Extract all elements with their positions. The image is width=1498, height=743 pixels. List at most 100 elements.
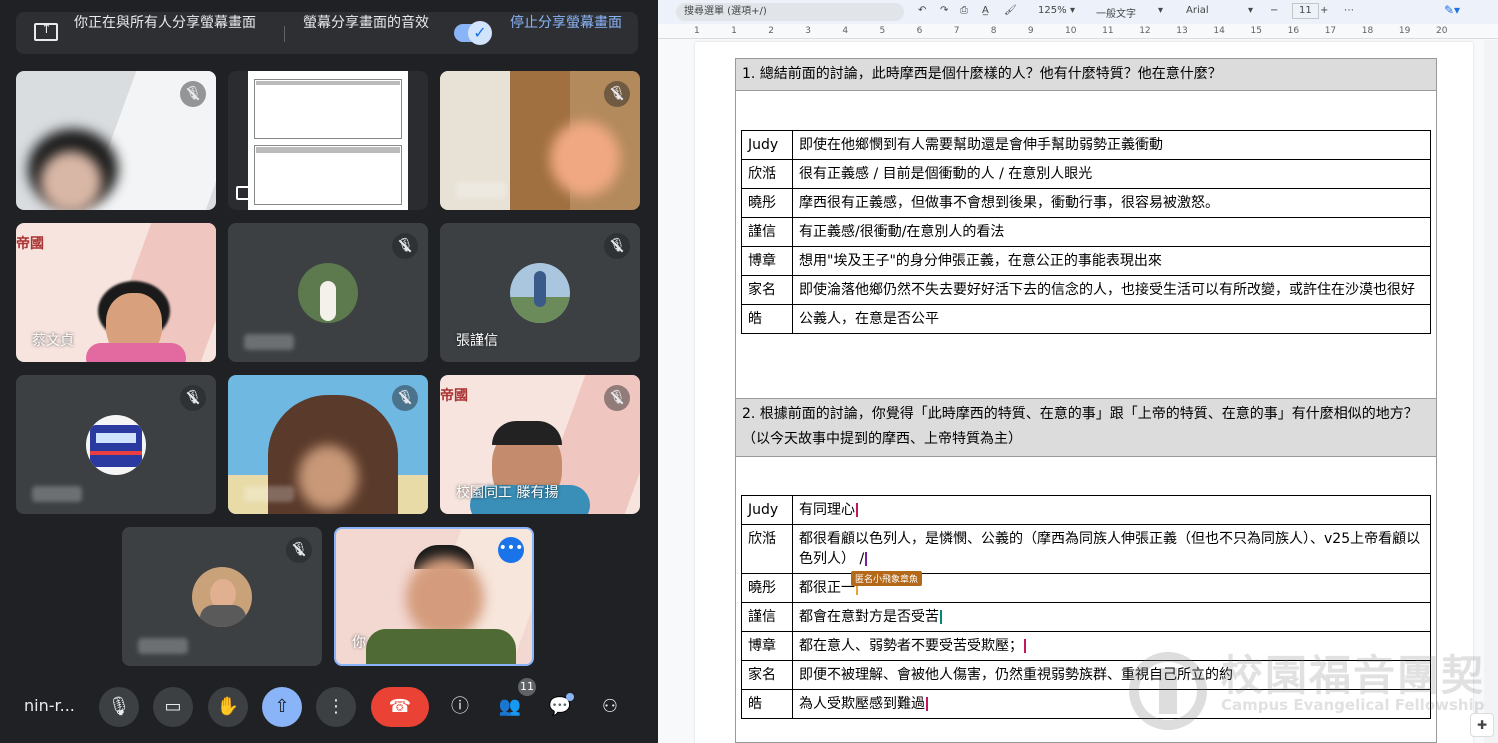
participant-tile[interactable]: 張謹信 🎙 [440, 223, 640, 362]
increase-font-button[interactable]: + [1320, 5, 1328, 16]
ruler-tick: 11 [1102, 26, 1114, 36]
participant-tile[interactable]: 帝國 蔡文貞 [16, 223, 216, 362]
answer-text[interactable]: 很有正義感 / 目前是個衝動的人 / 在意別人眼光 [792, 159, 1431, 189]
answer-text[interactable]: 都在意人、弱勢者不要受苦受欺壓； [792, 631, 1431, 661]
answers-table-1: Judy 即使在他鄉憫到有人需要幫助還是會伸手幫助弱勢正義衝動 欣湉 很有正義感 / … [741, 130, 1431, 334]
avatar [192, 567, 252, 627]
answer-text[interactable]: 即便不被理解、會被他人傷害，仍然重視弱勢族群、重視自己所立的約 [792, 660, 1431, 690]
answer-text[interactable]: 即使在他鄉憫到有人需要幫助還是會伸手幫助弱勢正義衝動 [792, 130, 1431, 160]
answer-text[interactable]: 想用"埃及王子"的身分伸張正義，在意公正的事能表現出來 [792, 246, 1431, 276]
answer-text[interactable]: 為人受欺壓感到難過 [792, 689, 1431, 719]
respondent-name: 曉彤 [741, 573, 793, 603]
participant-tile[interactable]: 帝國 校園同工 滕有揚 🎙 [440, 375, 640, 514]
participant-tile[interactable]: 🎙 [122, 527, 322, 666]
table-row: 曉彤 都很正一 [741, 573, 1431, 603]
chevron-down-icon: ▾ [1158, 5, 1164, 16]
print-icon[interactable]: ⎙ [960, 5, 968, 16]
participant-name: 蔡文貞 [32, 333, 74, 349]
ruler-tick: 6 [916, 26, 923, 36]
raise-hand-icon[interactable]: ✋ [208, 687, 248, 727]
activities-icon[interactable]: ⚇ [590, 687, 630, 727]
participant-tile[interactable]: 🎙 [16, 71, 216, 210]
more-icon[interactable]: ⋮ [316, 687, 356, 727]
explore-icon[interactable]: ✚ [1470, 713, 1494, 737]
stop-sharing-button[interactable]: 停止分享螢幕畫面 [506, 13, 626, 33]
undo-icon[interactable]: ↶ [918, 5, 926, 16]
meeting-code[interactable]: nin-r... [24, 696, 75, 715]
menu-search-input[interactable]: 搜尋選單 (選項+/) [676, 3, 904, 21]
redo-icon[interactable]: ↷ [940, 5, 948, 16]
respondent-name: 博章 [741, 246, 793, 276]
chevron-down-icon: ▾ [1070, 5, 1076, 16]
mic-off-icon: 🎙 [286, 537, 312, 563]
collaborator-cursor [1024, 639, 1026, 653]
answer-text[interactable]: 都會在意對方是否受苦 [792, 602, 1431, 632]
more-tools-button[interactable]: ⋯ [1344, 5, 1354, 16]
participant-name-hidden [244, 334, 294, 350]
mic-off-icon: 🎙 [604, 385, 630, 411]
respondent-name: 謹信 [741, 602, 793, 632]
info-icon[interactable]: ⓘ [440, 687, 480, 727]
ruler[interactable]: 1 1 2 3 4 5 6 7 8 9 10 11 12 13 14 15 16 17 18 19 20 [658, 25, 1498, 39]
banner-divider [284, 26, 285, 42]
self-name: 你 [352, 635, 366, 651]
editing-mode-icon[interactable]: ✎▾ [1444, 3, 1460, 17]
avatar [298, 263, 358, 323]
ruler-tick: 9 [1027, 26, 1034, 36]
answer-text[interactable]: 公義人，在意是否公平 [792, 304, 1431, 334]
collaborator-cursor [940, 610, 942, 624]
collaborator-cursor [856, 503, 858, 517]
font-select[interactable]: Arial [1186, 5, 1209, 16]
participant-name-hidden [244, 486, 294, 502]
ruler-tick: 1 [731, 26, 737, 36]
table-row: Judy 即使在他鄉憫到有人需要幫助還是會伸手幫助弱勢正義衝動 [741, 130, 1431, 160]
zoom-select[interactable]: 125% [1038, 5, 1067, 16]
answer-text[interactable]: 即使淪落他鄉仍然不失去要好好活下去的信念的人，也接受生活可以有所改變，或許住在沙… [792, 275, 1431, 305]
table-row: 家名 即便不被理解、會被他人傷害，仍然重視弱勢族群、重視自己所立的約 [741, 660, 1431, 690]
participant-tile[interactable]: 🎙 [16, 375, 216, 514]
answers-table-2: Judy 有同理心 欣湉 都很看顧以色列人，是憐憫、公義的（摩西為同族人伸張正義（但也… [741, 495, 1431, 719]
share-audio-toggle[interactable]: ✓ [454, 21, 492, 45]
decrease-font-button[interactable]: − [1270, 5, 1278, 16]
participant-tile[interactable]: 🎙 [228, 223, 428, 362]
spellcheck-icon[interactable]: A̲ [982, 5, 989, 16]
font-size-input[interactable]: 11 [1292, 3, 1319, 19]
table-row: 謹信 都會在意對方是否受苦 [741, 602, 1431, 632]
present-icon[interactable]: ⇧ [262, 687, 302, 727]
participant-tile[interactable]: 🎙 [228, 375, 428, 514]
end-call-icon[interactable]: ☎ [371, 687, 429, 727]
respondent-name: 皓 [741, 304, 793, 334]
respondent-name: 欣湉 [741, 524, 793, 574]
self-view-tile[interactable]: 你 ••• [334, 527, 534, 666]
answer-text[interactable]: 都很看顧以色列人，是憐憫、公義的（摩西為同族人伸張正義（但也不只為同族人）、v2… [792, 524, 1431, 574]
paint-format-icon[interactable]: 🖌 [1004, 5, 1017, 16]
ruler-tick: 4 [842, 26, 849, 36]
mic-off-icon: 🎙 [392, 233, 418, 259]
answer-text[interactable]: 有同理心 [792, 495, 1431, 525]
participant-name-hidden [456, 182, 506, 198]
scrollbar[interactable] [1484, 40, 1498, 743]
more-options-icon[interactable]: ••• [498, 537, 524, 563]
mic-off-icon: 🎙 [392, 385, 418, 411]
table-row: 家名 即使淪落他鄉仍然不失去要好好活下去的信念的人，也接受生活可以有所改變，或許住… [741, 275, 1431, 305]
mic-icon[interactable]: 🎙 [99, 687, 139, 727]
respondent-name: 家名 [741, 660, 793, 690]
chat-icon[interactable]: 💬 [540, 687, 580, 727]
sharing-status-text: 你正在與所有人分享螢幕畫面 [74, 15, 256, 31]
check-icon: ✓ [468, 21, 492, 45]
ruler-tick: 12 [1139, 26, 1151, 36]
shared-screen-tile[interactable] [228, 71, 428, 210]
participant-tile[interactable]: 🎙 [440, 71, 640, 210]
mic-off-icon: 🎙 [180, 385, 206, 411]
ruler-tick: 3 [805, 26, 812, 36]
style-select[interactable]: 一般文字 [1096, 5, 1136, 20]
ruler-tick: 8 [990, 26, 997, 36]
participant-name: 張謹信 [456, 333, 498, 349]
document-page[interactable]: 1. 總結前面的討論，此時摩西是個什麼樣的人？他有什麼特質？他在意什麼？ Jud… [695, 42, 1484, 743]
camera-icon[interactable]: ▭ [153, 687, 193, 727]
mic-off-icon: 🎙 [604, 233, 630, 259]
people-icon[interactable]: 👥 11 [490, 678, 536, 727]
table-row: 皓為人受欺壓感到難過 [741, 689, 1431, 719]
answer-text[interactable]: 摩西很有正義感，但做事不會想到後果，衝動行事，很容易被激怒。 [792, 188, 1431, 218]
answer-text[interactable]: 有正義感/很衝動/在意別人的看法 [792, 217, 1431, 247]
